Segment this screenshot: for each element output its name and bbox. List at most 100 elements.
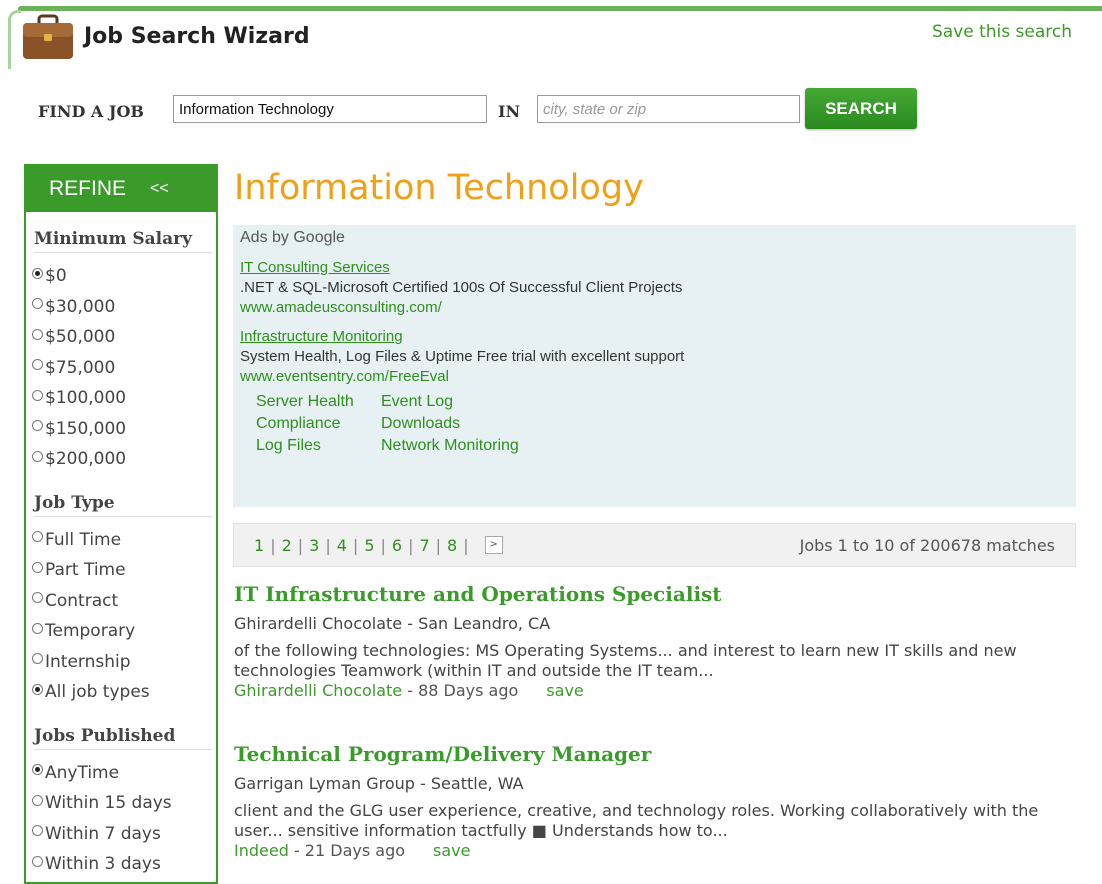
filter-option-label: $30,000 xyxy=(45,296,116,317)
filter-option[interactable]: Within 3 days xyxy=(32,849,216,880)
job-source: Ghirardelli Chocolate xyxy=(234,681,403,700)
radio-button[interactable] xyxy=(32,328,43,340)
ad-sitelink[interactable]: Compliance xyxy=(256,415,381,433)
filter-option-label: AnyTime xyxy=(45,762,120,783)
filter-options: Full Time Part Time Contract Temporary Inter… xyxy=(26,525,216,708)
filter-option[interactable]: Full Time xyxy=(32,525,216,556)
radio-button[interactable] xyxy=(32,450,43,462)
job-company: Garrigan Lyman Group - Seattle, WA xyxy=(234,774,524,793)
job-title-link[interactable]: IT Infrastructure and Operations Special… xyxy=(234,582,722,606)
filter-option[interactable]: $150,000 xyxy=(32,414,216,445)
ad-sitelink[interactable]: Server Health xyxy=(256,393,381,411)
ads-label: Ads by Google xyxy=(240,229,345,246)
save-search-link[interactable]: Save this search xyxy=(932,22,1072,42)
radio-button[interactable] xyxy=(32,298,43,310)
ad-description: .NET & SQL-Microsoft Certified 100s Of S… xyxy=(240,279,683,296)
radio-button[interactable] xyxy=(32,420,43,432)
radio-button[interactable] xyxy=(32,531,43,543)
page-link[interactable]: 2 xyxy=(282,536,292,555)
next-page-button[interactable]: > xyxy=(484,536,503,554)
radio-button[interactable] xyxy=(32,764,43,776)
job-query-input[interactable] xyxy=(173,95,487,123)
page-link[interactable]: 1 xyxy=(254,536,264,555)
radio-button[interactable] xyxy=(32,653,43,665)
ad-sitelink[interactable]: Event Log xyxy=(381,393,551,411)
page-separator: | xyxy=(463,535,469,555)
location-input[interactable] xyxy=(537,95,800,123)
filter-option[interactable]: $50,000 xyxy=(32,322,216,353)
filter-option[interactable]: Within 7 days xyxy=(32,819,216,850)
results-count: Jobs 1 to 10 of 200678 matches xyxy=(799,535,1055,555)
page-separator: | xyxy=(352,535,359,555)
ads-panel: Ads by Google IT Consulting Services .NET… xyxy=(233,225,1076,507)
ad-sitelink[interactable]: Downloads xyxy=(381,415,551,433)
ad-title-link[interactable]: Infrastructure Monitoring xyxy=(240,328,1069,345)
job-source: Indeed xyxy=(234,841,289,860)
filter-option-label: $0 xyxy=(45,266,67,287)
page-link[interactable]: 5 xyxy=(364,536,374,555)
radio-button[interactable] xyxy=(32,794,43,806)
filter-option-label: $200,000 xyxy=(45,449,127,470)
radio-button[interactable] xyxy=(32,825,43,837)
filter-option[interactable]: $200,000 xyxy=(32,444,216,475)
job-snippet: of the following technologies: MS Operat… xyxy=(234,641,1017,680)
header-border-corner xyxy=(8,10,21,69)
job-age: - 21 Days ago xyxy=(288,841,406,860)
ad-sitelink[interactable]: Log Files xyxy=(256,437,381,455)
filter-option[interactable]: AnyTime xyxy=(32,758,216,789)
filter-option[interactable]: Contract xyxy=(32,586,216,617)
refine-sidebar: REFINE << Minimum Salary $0 $30,000 $50,000… xyxy=(24,164,218,884)
radio-button[interactable] xyxy=(32,683,43,695)
ad-description: System Health, Log Files & Uptime Free t… xyxy=(240,348,685,365)
filter-option-label: Within 7 days xyxy=(45,823,161,844)
filter-option-label: Part Time xyxy=(45,560,126,581)
ad-sitelink[interactable]: Network Monitoring xyxy=(381,437,551,455)
job-company: Ghirardelli Chocolate - San Leandro, CA xyxy=(234,614,551,633)
radio-button[interactable] xyxy=(32,267,43,279)
radio-button[interactable] xyxy=(32,855,43,867)
page-separator: | xyxy=(297,535,304,555)
results-heading: Information Technology xyxy=(234,168,644,208)
in-label: IN xyxy=(498,102,521,121)
filter-option[interactable]: Internship xyxy=(32,647,216,678)
radio-button[interactable] xyxy=(32,622,43,634)
ad-url: www.eventsentry.com/FreeEval xyxy=(240,368,449,385)
radio-button[interactable] xyxy=(32,561,43,573)
page-title: Job Search Wizard xyxy=(84,24,310,49)
filter-option[interactable]: $0 xyxy=(32,261,216,292)
radio-button[interactable] xyxy=(32,592,43,604)
filter-option[interactable]: All job types xyxy=(32,677,216,708)
ad-item: IT Consulting Services .NET & SQL-Microso… xyxy=(240,259,1069,316)
filter-option[interactable]: $75,000 xyxy=(32,353,216,384)
save-job-link[interactable]: save xyxy=(433,841,470,860)
ad-title-link[interactable]: IT Consulting Services xyxy=(240,259,1069,276)
filter-option[interactable]: Temporary xyxy=(32,616,216,647)
page-link[interactable]: 3 xyxy=(309,536,319,555)
page-link[interactable]: 8 xyxy=(447,536,457,555)
filter-option[interactable]: $100,000 xyxy=(32,383,216,414)
filter-section-title: Jobs Published xyxy=(34,726,212,750)
filter-option-label: Within 3 days xyxy=(45,854,161,875)
job-snippet: client and the GLG user experience, crea… xyxy=(234,801,1039,840)
header-border xyxy=(18,6,1102,11)
radio-button[interactable] xyxy=(32,359,43,371)
save-job-link[interactable]: save xyxy=(546,681,583,700)
filter-option[interactable]: Part Time xyxy=(32,555,216,586)
job-title-link[interactable]: Technical Program/Delivery Manager xyxy=(234,742,651,766)
ad-list: IT Consulting Services .NET & SQL-Microso… xyxy=(240,259,1069,385)
filter-options: $0 $30,000 $50,000 $75,000 $100,000 $150,000 $… xyxy=(26,261,216,475)
filter-option[interactable]: $30,000 xyxy=(32,292,216,323)
page-link[interactable]: 4 xyxy=(337,536,347,555)
find-job-label: FIND A JOB xyxy=(38,102,144,121)
briefcase-icon xyxy=(23,14,73,59)
filter-option[interactable]: Within 15 days xyxy=(32,788,216,819)
page-link[interactable]: 7 xyxy=(419,536,429,555)
page-link[interactable]: 6 xyxy=(392,536,402,555)
radio-button[interactable] xyxy=(32,389,43,401)
filter-option-label: $50,000 xyxy=(45,327,116,348)
search-button[interactable]: SEARCH xyxy=(805,88,917,129)
page-separator: | xyxy=(325,535,331,555)
collapse-sidebar-button[interactable]: << xyxy=(150,180,169,198)
filter-option-label: $100,000 xyxy=(45,388,127,409)
page-separator: | xyxy=(408,535,414,555)
